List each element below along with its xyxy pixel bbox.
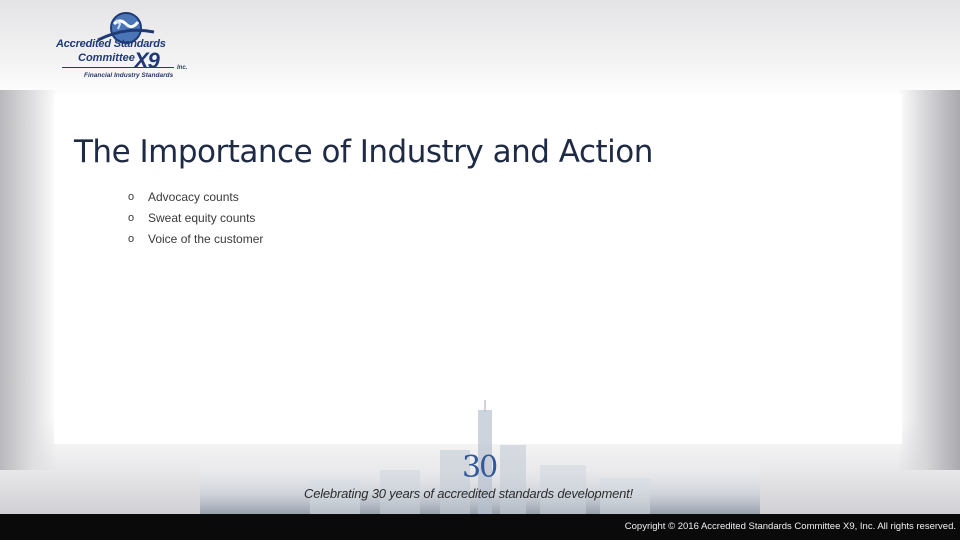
bullet-marker: o — [128, 211, 135, 224]
logo-text-line2: Committee — [78, 52, 135, 64]
logo-inc: Inc. — [177, 65, 188, 71]
copyright-notice: Copyright © 2016 Accredited Standards Co… — [624, 521, 956, 532]
slide: Accredited Standards Committee X9 Inc. F… — [0, 0, 960, 540]
bullet-item: o Advocacy counts — [128, 186, 263, 207]
logo-x9-mark: X9 — [134, 48, 160, 73]
x9-logo: Accredited Standards Committee X9 Inc. F… — [52, 10, 192, 82]
bullet-text: Sweat equity counts — [148, 210, 256, 225]
slide-title: The Importance of Industry and Action — [74, 134, 653, 170]
bullet-item: o Sweat equity counts — [128, 207, 263, 228]
bullet-item: o Voice of the customer — [128, 228, 263, 249]
bullet-text: Voice of the customer — [148, 231, 264, 246]
logo-divider — [62, 67, 174, 68]
footer-tagline: Celebrating 30 years of accredited stand… — [304, 486, 633, 501]
bullet-marker: o — [128, 232, 135, 245]
bullet-marker: o — [128, 190, 135, 203]
bullet-list: o Advocacy counts o Sweat equity counts … — [128, 186, 263, 249]
logo-tagline: Financial Industry Standards — [84, 72, 174, 79]
bullet-text: Advocacy counts — [148, 189, 239, 204]
anniversary-30-mark: 30 — [462, 450, 498, 485]
